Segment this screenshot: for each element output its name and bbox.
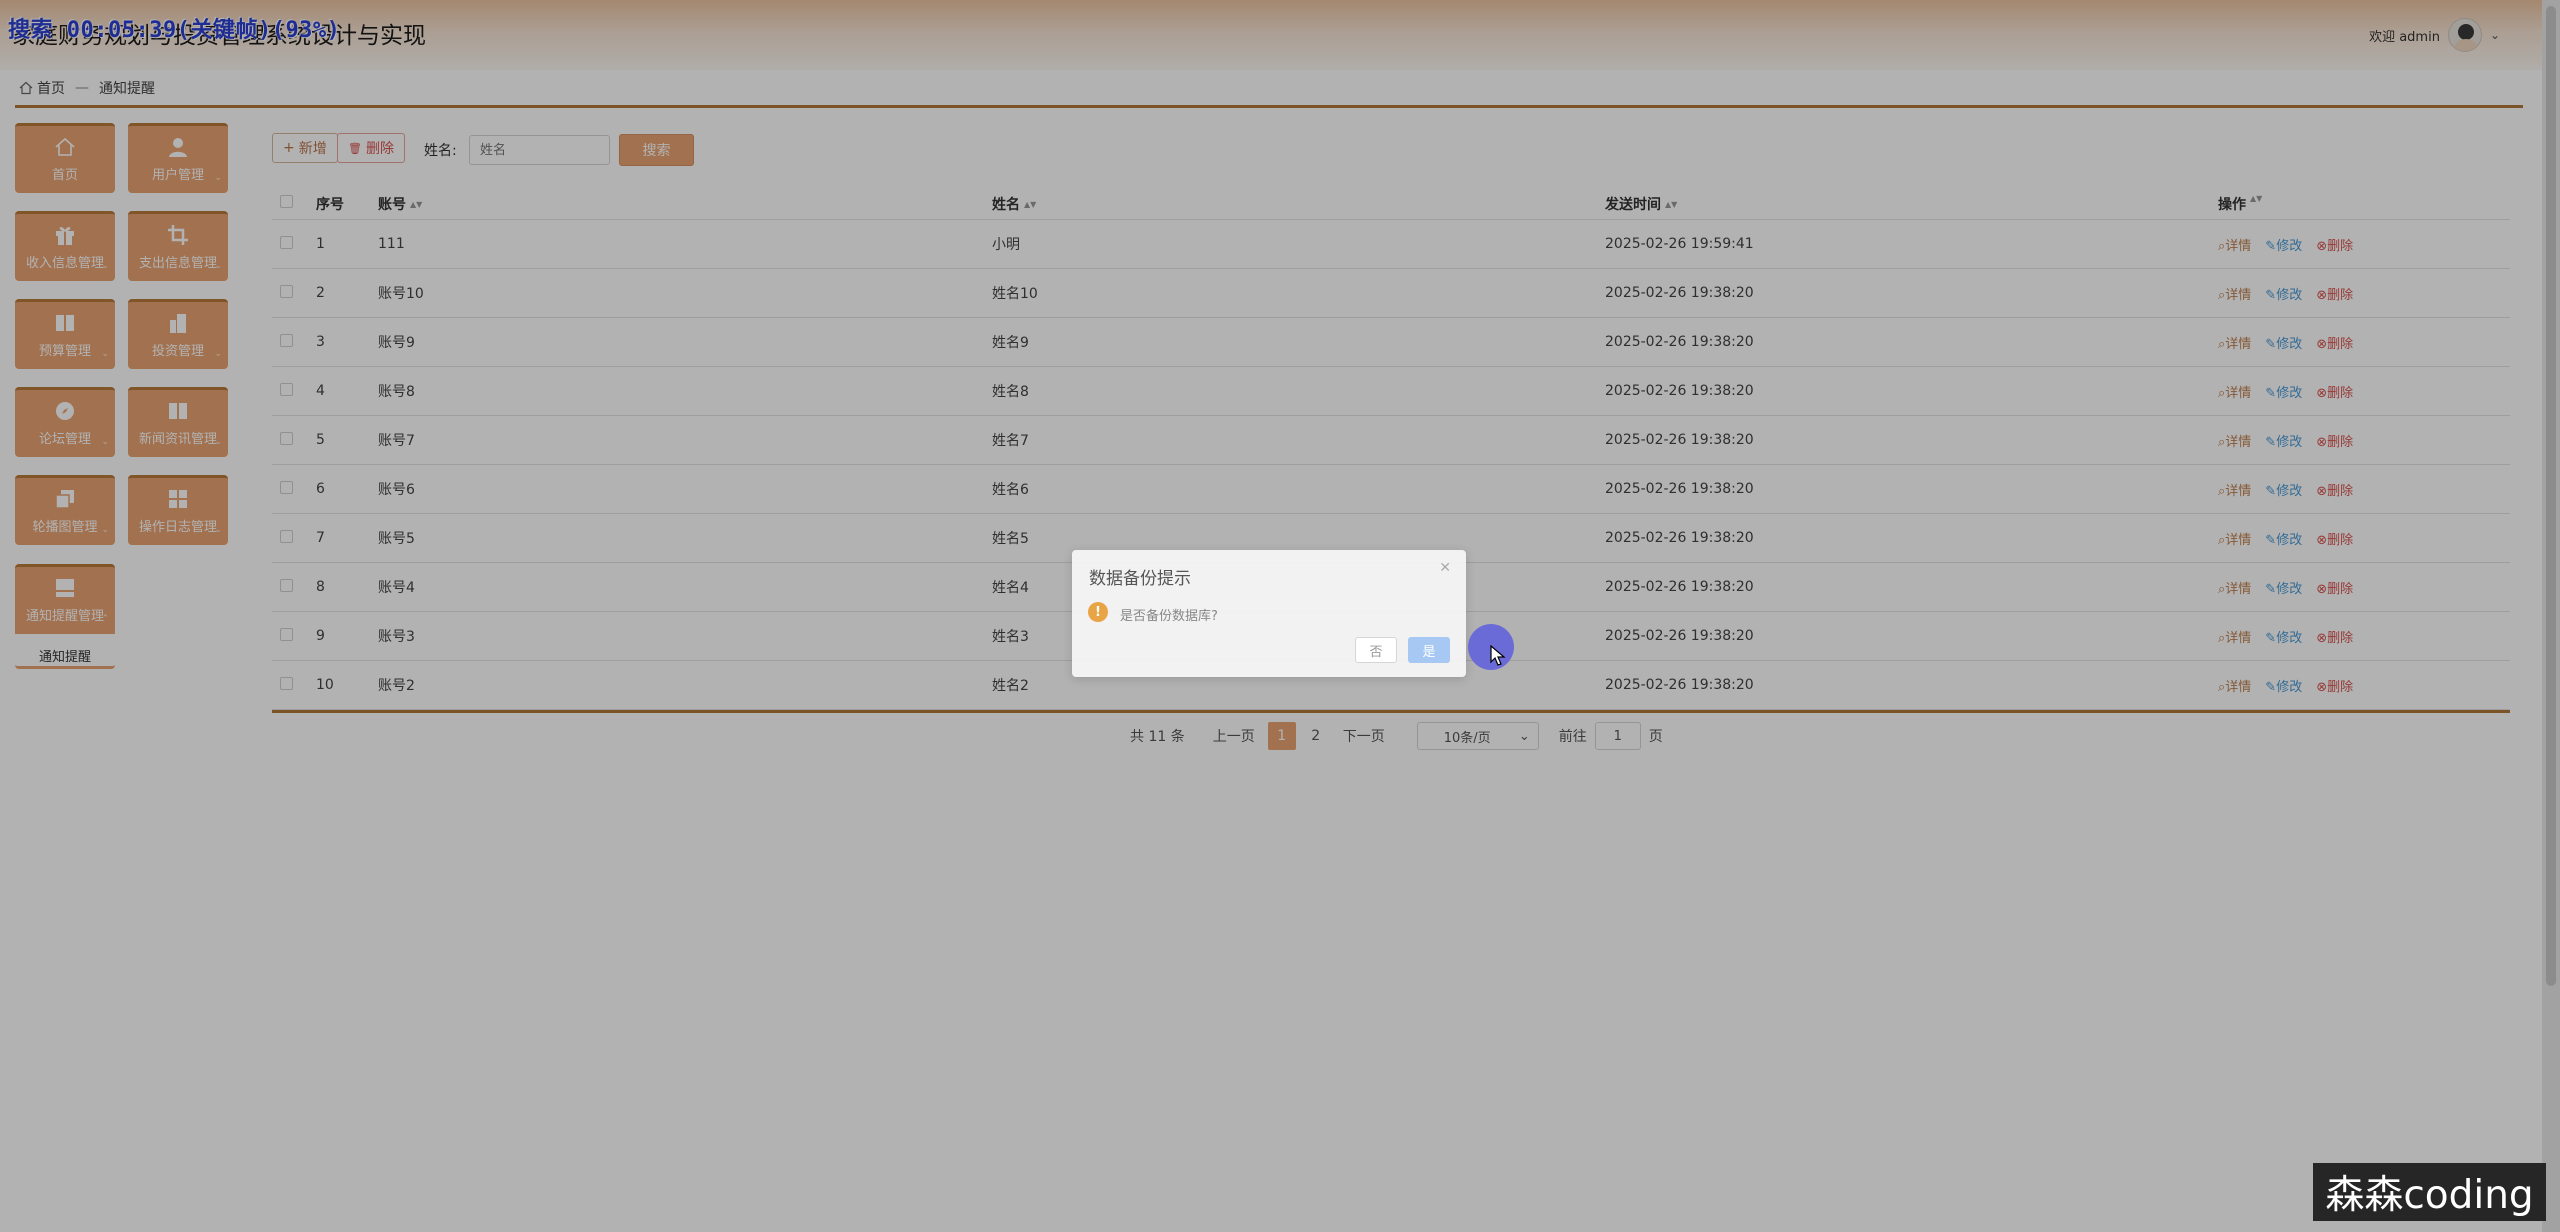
backup-confirm-dialog: 数据备份提示 ✕ ! 是否备份数据库? 否 是 (1072, 550, 1466, 677)
dialog-message: 是否备份数据库? (1120, 609, 1218, 624)
mouse-cursor-icon (1490, 645, 1506, 666)
dialog-title: 数据备份提示 (1089, 569, 1191, 589)
channel-watermark: 森森coding (2313, 1163, 2546, 1221)
close-icon[interactable]: ✕ (1439, 560, 1451, 576)
dialog-no-button[interactable]: 否 (1355, 637, 1397, 663)
dialog-yes-button[interactable]: 是 (1408, 637, 1450, 663)
warning-icon: ! (1088, 602, 1108, 622)
